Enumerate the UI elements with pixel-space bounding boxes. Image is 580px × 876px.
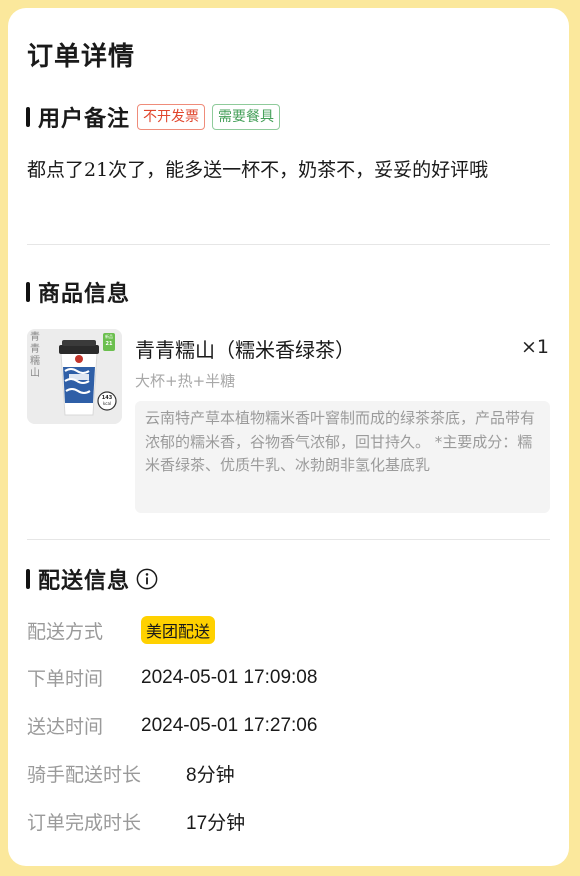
product-spec: 大杯+热+半糖 xyxy=(135,372,236,390)
product-image[interactable]: 青青糯山 新品 21 143 kcal xyxy=(27,329,122,424)
order-time-row: 下单时间 2024-05-01 17:09:08 xyxy=(27,664,317,691)
goods-title: 商品信息 xyxy=(38,282,131,307)
delivered-time-value: 2024-05-01 17:27:06 xyxy=(141,714,318,736)
user-remark-title: 用户备注 xyxy=(38,107,131,132)
section-marker xyxy=(26,107,30,127)
delivery-title: 配送信息 xyxy=(38,569,131,594)
delivered-time-row: 送达时间 2024-05-01 17:27:06 xyxy=(27,712,317,739)
delivery-header: 配送信息 xyxy=(26,563,158,595)
delivered-time-label: 送达时间 xyxy=(27,716,104,738)
page-title: 订单详情 xyxy=(27,42,136,72)
divider xyxy=(27,244,550,245)
divider xyxy=(27,539,550,540)
rider-duration-label: 骑手配送时长 xyxy=(27,764,142,786)
product-image-kcal-unit: kcal xyxy=(102,401,112,406)
order-detail-card: 订单详情 用户备注 不开发票 需要餐具 都点了21次了，能多送一杯不，奶茶不，妥… xyxy=(8,8,569,866)
rider-duration-row: 骑手配送时长 8分钟 xyxy=(27,760,235,787)
order-time-value: 2024-05-01 17:09:08 xyxy=(141,666,318,688)
rider-duration-value: 8分钟 xyxy=(186,765,235,786)
user-remark-text: 都点了21次了，能多送一杯不，奶茶不，妥妥的好评哦 xyxy=(27,159,489,181)
product-description: 云南特产草本植物糯米香叶窨制而成的绿茶茶底，产品带有浓郁的糯米香，谷物香气浓郁，… xyxy=(135,401,550,513)
user-remark-header: 用户备注 不开发票 需要餐具 xyxy=(26,101,281,133)
goods-header: 商品信息 xyxy=(26,276,130,308)
product-image-badge-num: 21 xyxy=(105,341,113,347)
product-name[interactable]: 青青糯山（糯米香绿茶） xyxy=(135,334,355,363)
need-utensils-tag: 需要餐具 xyxy=(212,104,281,130)
delivery-method-row: 配送方式 美团配送 xyxy=(27,616,216,644)
delivery-method-label: 配送方式 xyxy=(27,620,104,643)
product-image-badge-top: 新品 xyxy=(105,334,113,339)
section-marker xyxy=(26,569,30,589)
order-time-label: 下单时间 xyxy=(27,668,104,690)
delivery-method-badge: 美团配送 xyxy=(141,616,216,644)
info-circle-icon[interactable] xyxy=(136,568,158,590)
section-marker xyxy=(26,282,30,302)
order-complete-duration-label: 订单完成时长 xyxy=(27,812,142,834)
no-invoice-tag: 不开发票 xyxy=(137,104,206,130)
product-quantity: ×1 xyxy=(521,336,550,358)
order-complete-duration-row: 订单完成时长 17分钟 xyxy=(27,808,245,835)
order-complete-duration-value: 17分钟 xyxy=(186,813,246,834)
product-image-side-text: 青青糯山 xyxy=(30,332,40,379)
